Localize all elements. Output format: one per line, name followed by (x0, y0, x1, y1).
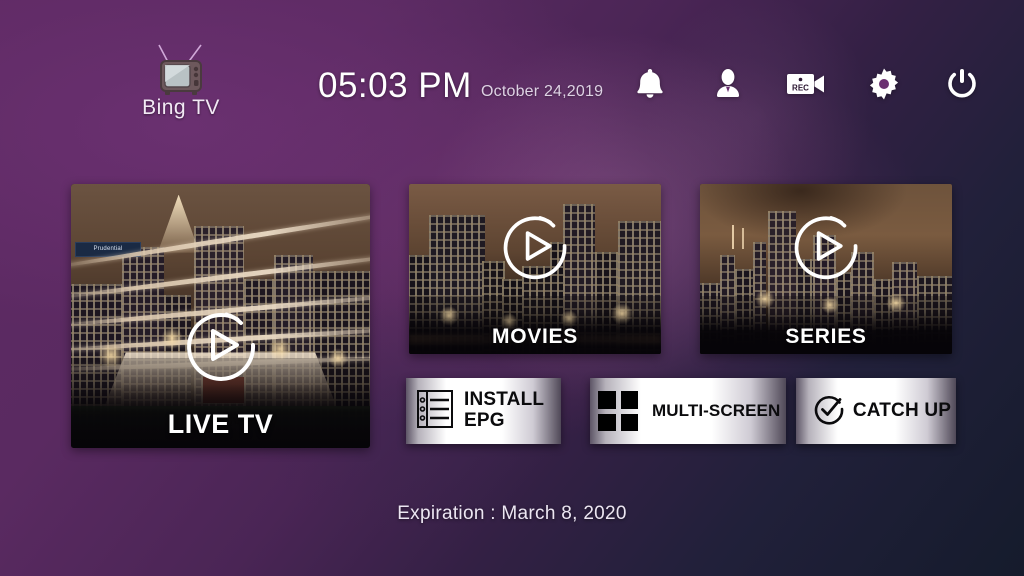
expiration-text: Expiration : March 8, 2020 (397, 503, 627, 524)
play-circle-icon[interactable] (182, 306, 260, 389)
header-icon-row: REC (630, 62, 982, 106)
play-circle-icon[interactable] (790, 210, 862, 287)
bell-icon[interactable] (630, 62, 670, 106)
rec-badge-text: REC (792, 84, 809, 93)
rec-camera-icon[interactable]: REC (786, 62, 826, 106)
tile-series[interactable]: SERIES (700, 184, 952, 354)
brand-name: Bing TV (142, 96, 220, 119)
date: October 24,2019 (481, 83, 604, 100)
power-icon[interactable] (942, 62, 982, 106)
four-squares-icon (598, 391, 638, 431)
play-circle-icon[interactable] (499, 210, 571, 287)
install-epg-label-line2: EPG (464, 410, 505, 431)
tile-series-label: SERIES (785, 325, 867, 348)
install-epg-label: INSTALL EPG (464, 390, 544, 431)
check-circle-clock-icon (813, 393, 845, 430)
install-epg-label-line1: INSTALL (464, 389, 545, 411)
catch-up-button[interactable]: CATCH UP (796, 378, 956, 444)
brand-logo: Bing TV (131, 44, 231, 120)
tile-live-tv-label: LIVE TV (167, 409, 274, 439)
tile-movies-label: MOVIES (492, 325, 578, 348)
gear-icon[interactable] (864, 62, 904, 106)
header-bar: Bing TV 05:03 PM October 24,2019 REC (0, 0, 1024, 150)
person-icon[interactable] (708, 62, 748, 106)
multi-screen-label: MULTI-SCREEN (652, 400, 781, 420)
epg-list-icon (416, 388, 454, 435)
install-epg-button[interactable]: INSTALL EPG (406, 378, 561, 444)
app-screen: Bing TV 05:03 PM October 24,2019 REC Pru… (0, 0, 1024, 576)
clock: 05:03 PM (318, 66, 472, 105)
catch-up-label: CATCH UP (852, 399, 952, 421)
tile-live-tv[interactable]: Prudential LIVE TV (71, 184, 370, 448)
multi-screen-button[interactable]: MULTI-SCREEN (590, 378, 786, 444)
tile-movies[interactable]: MOVIES (409, 184, 661, 354)
retro-tv-icon (151, 44, 211, 98)
